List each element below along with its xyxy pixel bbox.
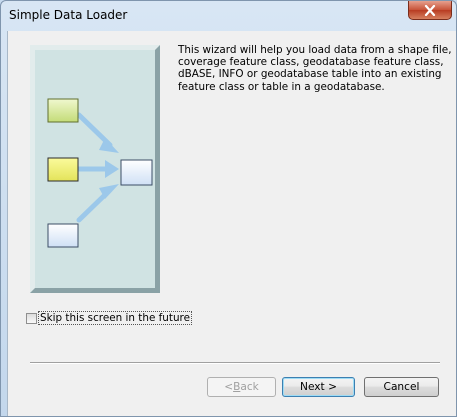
back-rest: ack [240, 381, 259, 393]
title-bar[interactable]: Simple Data Loader [1, 1, 456, 31]
source-box-icon [47, 98, 79, 123]
target-box-icon [120, 159, 153, 186]
wizard-page: This wizard will help you load data from… [7, 31, 456, 416]
skip-label[interactable]: Skip this screen in the future [38, 311, 192, 325]
skip-screen-option[interactable]: Skip this screen in the future [26, 311, 192, 325]
button-divider [30, 362, 440, 364]
close-icon [424, 4, 436, 16]
back-hotkey: B [233, 381, 241, 393]
close-button[interactable] [408, 1, 452, 20]
window-title: Simple Data Loader [9, 8, 128, 22]
wizard-illustration [30, 45, 160, 293]
source-box-icon [47, 157, 79, 182]
dialog-window: Simple Data Loader This wizard will help… [0, 0, 457, 417]
cancel-button[interactable]: Cancel [364, 377, 439, 397]
data-flow-diagram [47, 98, 153, 248]
intro-text: This wizard will help you load data from… [178, 44, 452, 93]
next-button[interactable]: Next > [282, 377, 355, 397]
back-button[interactable]: < Back [207, 377, 276, 397]
source-box-icon [47, 223, 79, 248]
back-prefix: < [224, 381, 234, 393]
skip-checkbox[interactable] [26, 312, 37, 324]
